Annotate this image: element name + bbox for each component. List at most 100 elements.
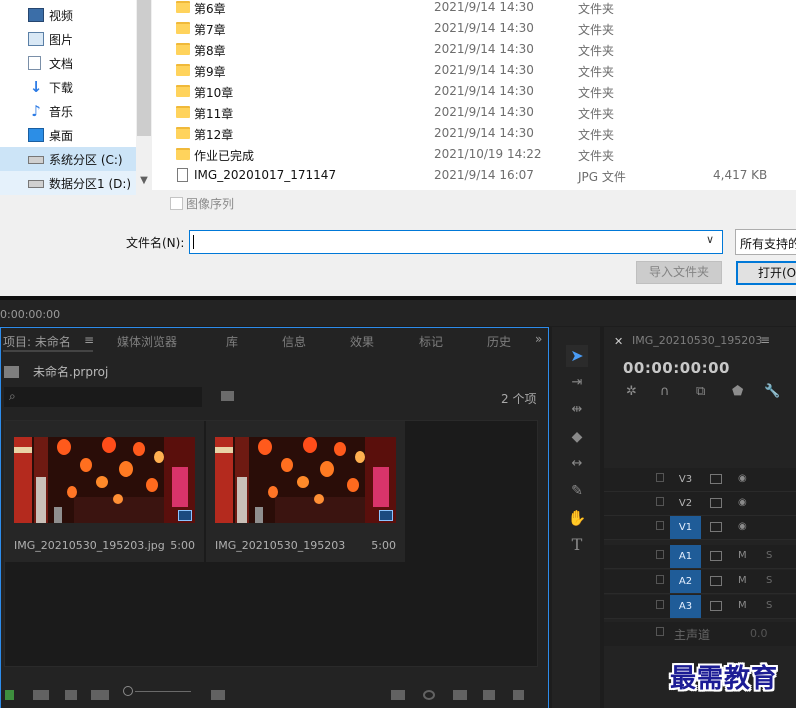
panel-menu-icon[interactable]: ≡ <box>760 333 770 347</box>
new-item-icon[interactable] <box>483 690 495 700</box>
tab-markers[interactable]: 标记 <box>419 333 443 350</box>
clip-card[interactable]: IMG_20210530_195203 5:00 <box>206 421 405 562</box>
track-a3[interactable]: A3 M S <box>604 595 796 619</box>
image-sequence-checkbox[interactable] <box>170 197 183 210</box>
master-track[interactable]: 主声道 0.0 <box>604 622 796 646</box>
list-view-icon[interactable] <box>33 690 49 700</box>
mute-button[interactable]: M <box>738 600 747 611</box>
track-v3[interactable]: V3 ◉ <box>604 468 796 492</box>
trash-icon[interactable] <box>513 690 524 700</box>
nav-item-drive-d[interactable]: 数据分区1 (D:) <box>0 171 136 195</box>
eye-icon[interactable]: ◉ <box>738 473 747 484</box>
nav-item-downloads[interactable]: ↓ 下载 <box>0 75 136 99</box>
chevron-down-icon[interactable]: ∨ <box>706 233 714 246</box>
zoom-slider-handle[interactable] <box>123 686 133 696</box>
eye-icon[interactable]: ◉ <box>738 497 747 508</box>
track-select-tool-icon[interactable]: ⇥ <box>566 372 588 394</box>
eye-icon[interactable]: ◉ <box>738 521 747 532</box>
mute-button[interactable]: M <box>738 575 747 586</box>
snap-icon[interactable]: ∩ <box>660 384 670 399</box>
file-row[interactable]: 第7章 2021/9/14 14:30 文件夹 <box>152 18 796 39</box>
project-folder-icon <box>4 366 19 378</box>
sort-icon[interactable] <box>211 690 225 700</box>
track-a2[interactable]: A2 M S <box>604 570 796 594</box>
nav-item-videos[interactable]: 视频 <box>0 3 136 27</box>
new-bin-from-search-icon[interactable] <box>221 391 234 401</box>
image-sequence-label: 图像序列 <box>186 197 235 211</box>
pen-tool-icon[interactable]: ✎ <box>566 480 588 502</box>
tab-effects[interactable]: 效果 <box>350 333 374 350</box>
solo-button[interactable]: S <box>766 550 772 561</box>
filename-input[interactable] <box>189 230 723 254</box>
sync-lock-icon[interactable] <box>710 474 722 484</box>
track-lock-icon[interactable] <box>656 497 664 506</box>
nav-scrollbar-thumb[interactable] <box>137 0 151 136</box>
track-a1[interactable]: A1 M S <box>604 545 796 569</box>
sync-lock-icon[interactable] <box>710 498 722 508</box>
file-row[interactable]: 第6章 2021/9/14 14:30 文件夹 <box>152 0 796 18</box>
track-lock-icon[interactable] <box>656 521 664 530</box>
ripple-edit-tool-icon[interactable]: ⇹ <box>566 399 588 421</box>
slip-tool-icon[interactable]: ↔ <box>566 453 588 475</box>
sync-lock-icon[interactable] <box>710 522 722 532</box>
icon-view-icon[interactable] <box>65 690 77 700</box>
tab-media-browser[interactable]: 媒体浏览器 <box>117 333 177 350</box>
file-row[interactable]: 第8章 2021/9/14 14:30 文件夹 <box>152 39 796 60</box>
nav-item-drive-c[interactable]: 系统分区 (C:) <box>0 147 136 171</box>
file-row[interactable]: 第12章 2021/9/14 14:30 文件夹 <box>152 123 796 144</box>
track-v1[interactable]: V1 ◉ <box>604 516 796 540</box>
more-tabs-icon[interactable]: » <box>535 332 542 346</box>
file-row[interactable]: 第10章 2021/9/14 14:30 文件夹 <box>152 81 796 102</box>
nav-item-documents[interactable]: 文档 <box>0 51 136 75</box>
linked-selection-icon[interactable]: ⧉ <box>696 384 705 399</box>
freeform-view-icon[interactable] <box>91 690 109 700</box>
still-image-badge-icon <box>178 510 192 521</box>
sync-lock-icon[interactable] <box>710 601 722 611</box>
import-folder-button[interactable]: 导入文件夹 <box>636 261 722 284</box>
track-lock-icon[interactable] <box>656 473 664 482</box>
wrench-icon[interactable]: 🔧 <box>764 384 780 399</box>
lock-icon[interactable] <box>5 690 14 700</box>
tab-libraries[interactable]: 库 <box>226 333 238 350</box>
track-lock-icon[interactable] <box>656 575 664 584</box>
nest-icon[interactable]: ✲ <box>626 384 637 399</box>
sequence-tab[interactable]: IMG_20210530_195203 <box>632 334 762 347</box>
open-button[interactable]: 打开(O <box>736 261 796 285</box>
sync-lock-icon[interactable] <box>710 551 722 561</box>
timeline-timecode[interactable]: 00:00:00:00 <box>623 359 730 377</box>
tab-info[interactable]: 信息 <box>282 333 306 350</box>
nav-item-desktop[interactable]: 桌面 <box>0 123 136 147</box>
track-v2[interactable]: V2 ◉ <box>604 492 796 516</box>
solo-button[interactable]: S <box>766 575 772 586</box>
scroll-down-arrow-icon[interactable]: ▼ <box>136 172 152 190</box>
mute-button[interactable]: M <box>738 550 747 561</box>
track-lock-icon[interactable] <box>656 600 664 609</box>
find-icon[interactable] <box>423 690 435 700</box>
active-tab-indicator <box>3 350 93 352</box>
clip-card[interactable]: IMG_20210530_195203.jpg 5:00 <box>5 421 204 562</box>
zoom-slider-track[interactable] <box>135 691 191 692</box>
file-row[interactable]: 第9章 2021/9/14 14:30 文件夹 <box>152 60 796 81</box>
sync-lock-icon[interactable] <box>710 576 722 586</box>
solo-button[interactable]: S <box>766 600 772 611</box>
selection-tool-icon[interactable]: ➤ <box>566 345 588 367</box>
tab-project[interactable]: 项目: 未命名 <box>3 333 71 350</box>
nav-item-pictures[interactable]: 图片 <box>0 27 136 51</box>
razor-tool-icon[interactable]: ◆ <box>566 426 588 448</box>
project-search-input[interactable] <box>4 387 202 407</box>
file-row[interactable]: IMG_20201017_171147 2021/9/14 16:07 JPG … <box>152 165 796 186</box>
hand-tool-icon[interactable]: ✋ <box>566 507 588 529</box>
close-icon[interactable]: ✕ <box>614 335 623 348</box>
file-type-filter[interactable]: 所有支持的 <box>735 229 796 255</box>
automate-to-sequence-icon[interactable] <box>391 690 405 700</box>
type-tool-icon[interactable]: T <box>566 534 588 556</box>
lantern-photo <box>215 437 396 523</box>
track-lock-icon[interactable] <box>656 550 664 559</box>
add-marker-icon[interactable]: ⬟ <box>732 384 743 399</box>
file-row[interactable]: 作业已完成 2021/10/19 14:22 文件夹 <box>152 144 796 165</box>
nav-item-music[interactable]: ♪ 音乐 <box>0 99 136 123</box>
file-row[interactable]: 第11章 2021/9/14 14:30 文件夹 <box>152 102 796 123</box>
tab-menu-icon[interactable]: ≡ <box>84 333 94 347</box>
new-bin-icon[interactable] <box>453 690 467 700</box>
tab-history[interactable]: 历史 <box>487 333 515 350</box>
